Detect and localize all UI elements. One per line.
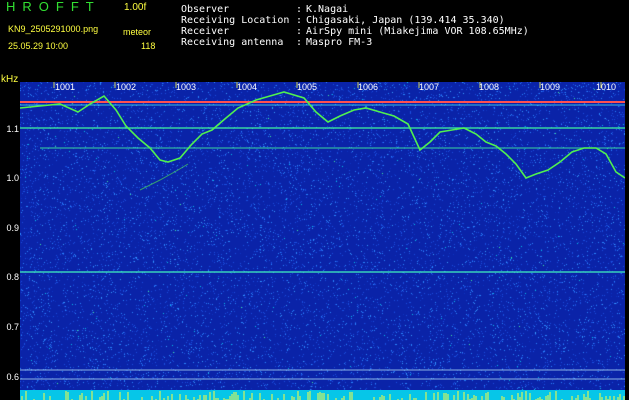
location-label: Receiving Location [181, 15, 290, 26]
antenna-label: Receiving antenna [181, 37, 284, 48]
observer-label: Observer [181, 4, 230, 15]
observer-value: K.Nagai [306, 4, 349, 15]
spectrogram-plot[interactable] [20, 82, 625, 390]
version-label: 1.00f [124, 2, 147, 13]
x-tick: 1001 [55, 82, 76, 92]
x-tick: 1010 [596, 82, 617, 92]
y-tick: 0.6 [6, 372, 19, 382]
y-tick: 1.0 [6, 173, 19, 183]
count-label: 118 [141, 41, 156, 51]
x-tick: 1006 [358, 82, 379, 92]
signal-trace-faint [139, 163, 189, 191]
frequency-unit-label: kHz [1, 74, 19, 85]
receiver-value: AirSpy mini (Miakejima VOR 108.65MHz) [306, 26, 529, 37]
mode-label: meteor [123, 27, 152, 37]
minute-markers [53, 82, 602, 88]
bottom-signal-ticks [21, 391, 625, 400]
separator: : [296, 15, 303, 26]
x-tick: 1005 [297, 82, 318, 92]
y-tick: 0.8 [6, 272, 19, 282]
datetime-label: 25.05.29 10:00 [8, 41, 69, 51]
x-tick: 1003 [176, 82, 197, 92]
x-tick: 1004 [237, 82, 258, 92]
x-tick: 1002 [116, 82, 137, 92]
antenna-value: Maspro FM-3 [306, 37, 373, 48]
separator: : [296, 26, 303, 37]
y-tick: 0.9 [6, 223, 19, 233]
y-tick: 0.7 [6, 322, 19, 332]
filename-label: KN9_2505291000.png [8, 24, 99, 34]
spectrogram-overlay [20, 82, 625, 380]
location-value: Chigasaki, Japan (139.414 35.340) [306, 15, 505, 26]
bottom-signal-band [20, 390, 625, 400]
x-tick: 1009 [540, 82, 561, 92]
separator: : [296, 4, 303, 15]
y-tick: 1.1 [6, 124, 19, 134]
receiver-label: Receiver [181, 26, 230, 37]
x-tick: 1008 [479, 82, 500, 92]
x-tick: 1007 [419, 82, 440, 92]
separator: : [296, 37, 303, 48]
app-title: HROFFT [6, 0, 101, 14]
